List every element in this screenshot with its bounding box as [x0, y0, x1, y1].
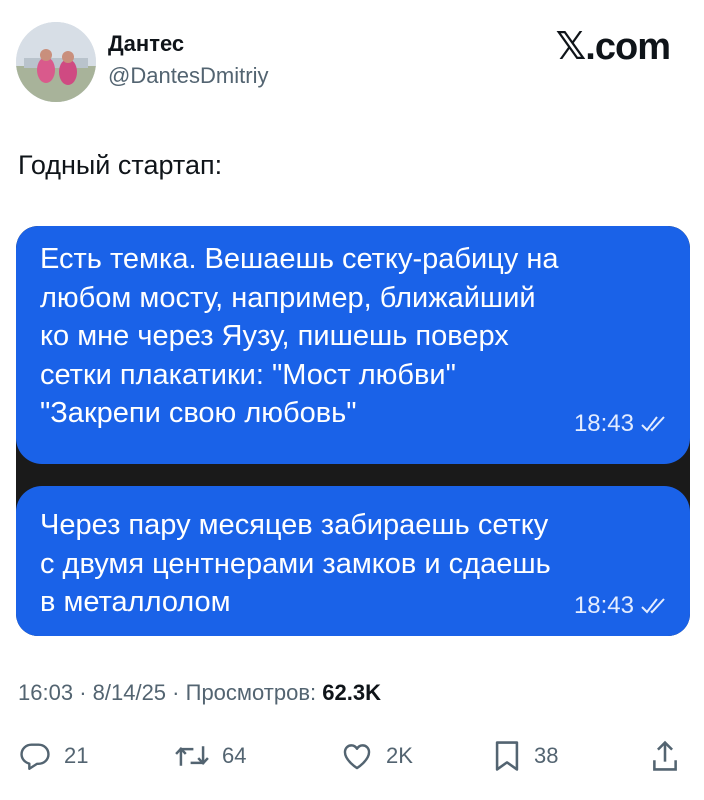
views-label: Просмотров: [185, 680, 317, 705]
share-button[interactable] [650, 734, 680, 778]
message-timestamp-group: 18:43 [574, 592, 668, 620]
reply-count: 21 [64, 743, 89, 768]
reply-button[interactable]: 21 [18, 734, 88, 778]
views-count: 62.3K [322, 680, 381, 705]
chat-message-line: любом мосту, например, ближайший [40, 281, 536, 314]
message-time: 18:43 [573, 410, 634, 437]
like-count: 2K [386, 743, 413, 768]
tweet-time[interactable]: 16:03 [18, 680, 73, 705]
bookmark-count: 38 [534, 743, 559, 768]
tweet-actions: 21 64 2K 38 [0, 734, 704, 778]
repost-count: 64 [222, 743, 247, 768]
message-timestamp-group: 18:43 [574, 410, 668, 438]
avatar[interactable] [16, 22, 96, 102]
tweet-meta: 16:03 · 8/14/25 · Просмотров: 62.3K [18, 680, 381, 706]
bookmark-button[interactable]: 38 [492, 734, 558, 778]
double-check-icon [640, 414, 668, 434]
tweet-text: Годный стартап: [18, 150, 223, 180]
meta-separator: · [79, 680, 87, 705]
chat-bubble: Есть темка. Вешаешь сетку-рабицу на любо… [16, 226, 690, 464]
chat-message-line: Через пару месяцев забираешь сетку [40, 509, 549, 541]
reply-icon [18, 739, 52, 773]
chat-bubble: Через пару месяцев забираешь сетку с дву… [16, 486, 690, 636]
author-display-name[interactable]: Дантес [108, 31, 184, 57]
site-logo: 𝕏.com [555, 24, 671, 69]
heart-icon [340, 739, 374, 773]
chat-message-line: с двумя центнерами замков и сдаешь [40, 547, 551, 580]
tweet-media-image[interactable]: Есть темка. Вешаешь сетку-рабицу на любо… [16, 226, 690, 636]
double-check-icon [640, 596, 668, 616]
chat-message-line: Есть темка. Вешаешь сетку-рабицу на [40, 243, 559, 275]
meta-separator: · [172, 680, 180, 705]
site-logo-text: .com [585, 26, 671, 68]
x-logo-icon: 𝕏 [555, 24, 587, 68]
bookmark-icon [492, 739, 522, 773]
message-time: 18:43 [573, 592, 634, 619]
chat-message-line: сетки плакатики: "Мост любви" [40, 358, 456, 391]
avatar-image [16, 22, 96, 102]
author-handle[interactable]: @DantesDmitriy [108, 63, 268, 89]
like-button[interactable]: 2K [340, 734, 413, 778]
chat-message-line: ко мне через Яузу, пишешь поверх [40, 320, 509, 352]
tweet-date[interactable]: 8/14/25 [93, 680, 166, 705]
share-icon [650, 739, 680, 773]
repost-button[interactable]: 64 [174, 734, 246, 778]
repost-icon [174, 739, 210, 773]
